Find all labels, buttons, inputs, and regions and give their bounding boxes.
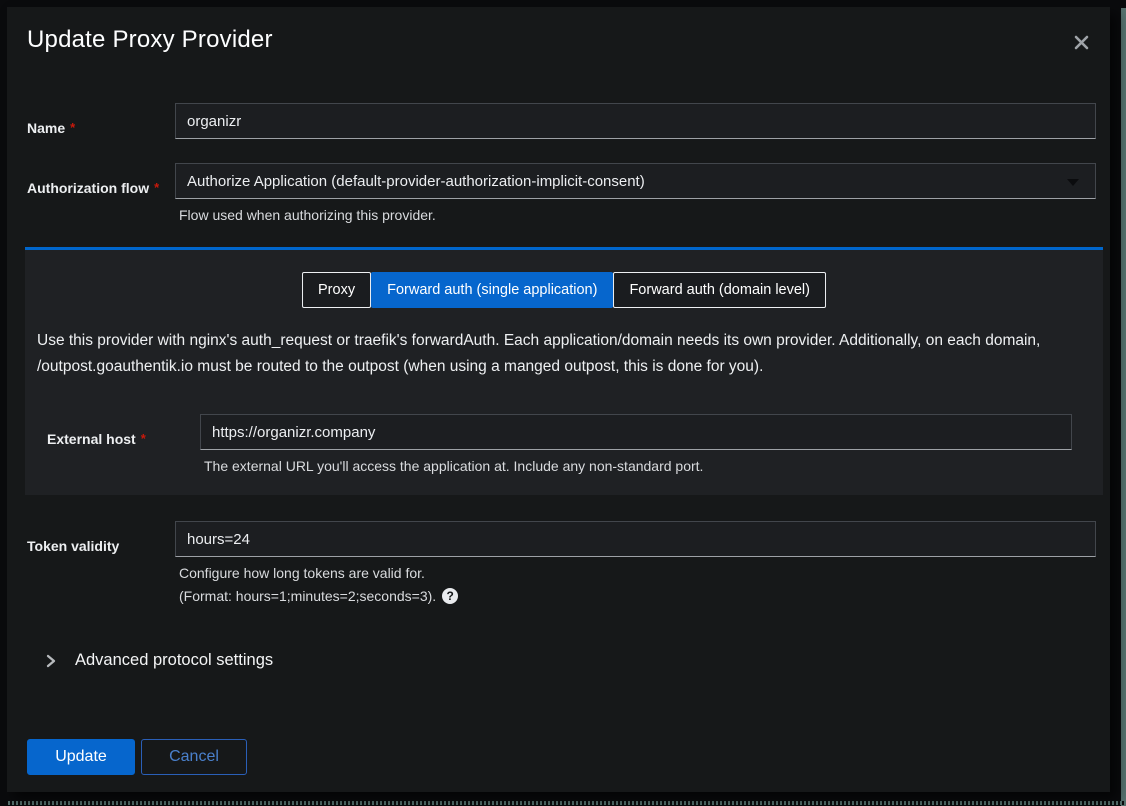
cancel-button[interactable]: Cancel	[141, 739, 247, 775]
token-validity-help-line2: (Format: hours=1;minutes=2;seconds=3). ?	[179, 588, 458, 604]
external-host-help: The external URL you'll access the appli…	[204, 458, 703, 474]
caret-down-icon	[1067, 179, 1079, 186]
update-button[interactable]: Update	[27, 739, 135, 775]
tab-forward-auth-single-application[interactable]: Forward auth (single application)	[371, 272, 613, 308]
token-validity-label: Token validity	[27, 538, 119, 554]
tab-forward-auth-domain-level[interactable]: Forward auth (domain level)	[613, 272, 826, 308]
authorization-flow-selected-value: Authorize Application (default-provider-…	[187, 173, 645, 190]
page-edge-right	[1121, 8, 1126, 806]
required-asterisk: *	[141, 431, 146, 446]
required-asterisk: *	[154, 180, 159, 195]
authorization-flow-select[interactable]: Authorize Application (default-provider-…	[175, 163, 1096, 199]
authorization-flow-label: Authorization flow *	[27, 180, 159, 196]
mode-description: Use this provider with nginx's auth_requ…	[37, 328, 1049, 380]
advanced-protocol-settings-toggle[interactable]: Advanced protocol settings	[46, 651, 273, 670]
authorization-flow-help: Flow used when authorizing this provider…	[179, 207, 436, 223]
modal-title: Update Proxy Provider	[27, 26, 273, 54]
tab-proxy[interactable]: Proxy	[302, 272, 371, 308]
external-host-label: External host *	[47, 431, 146, 447]
update-proxy-provider-modal: Update Proxy Provider Name * Authorizati…	[7, 7, 1110, 792]
required-asterisk: *	[70, 120, 75, 135]
page-edge-bottom	[8, 801, 1126, 805]
proxy-mode-tabs: Proxy Forward auth (single application) …	[302, 272, 826, 308]
name-field-label: Name *	[27, 120, 75, 136]
token-validity-help-line1: Configure how long tokens are valid for.	[179, 565, 425, 581]
x-mark-icon	[1074, 35, 1089, 50]
close-icon[interactable]	[1068, 29, 1094, 55]
help-icon[interactable]: ?	[442, 588, 458, 604]
advanced-protocol-settings-label: Advanced protocol settings	[75, 651, 273, 670]
proxy-mode-card: Proxy Forward auth (single application) …	[25, 247, 1103, 495]
external-host-input[interactable]	[200, 414, 1072, 450]
token-validity-input[interactable]	[175, 521, 1096, 557]
chevron-right-icon	[46, 654, 56, 668]
name-input[interactable]	[175, 103, 1096, 139]
